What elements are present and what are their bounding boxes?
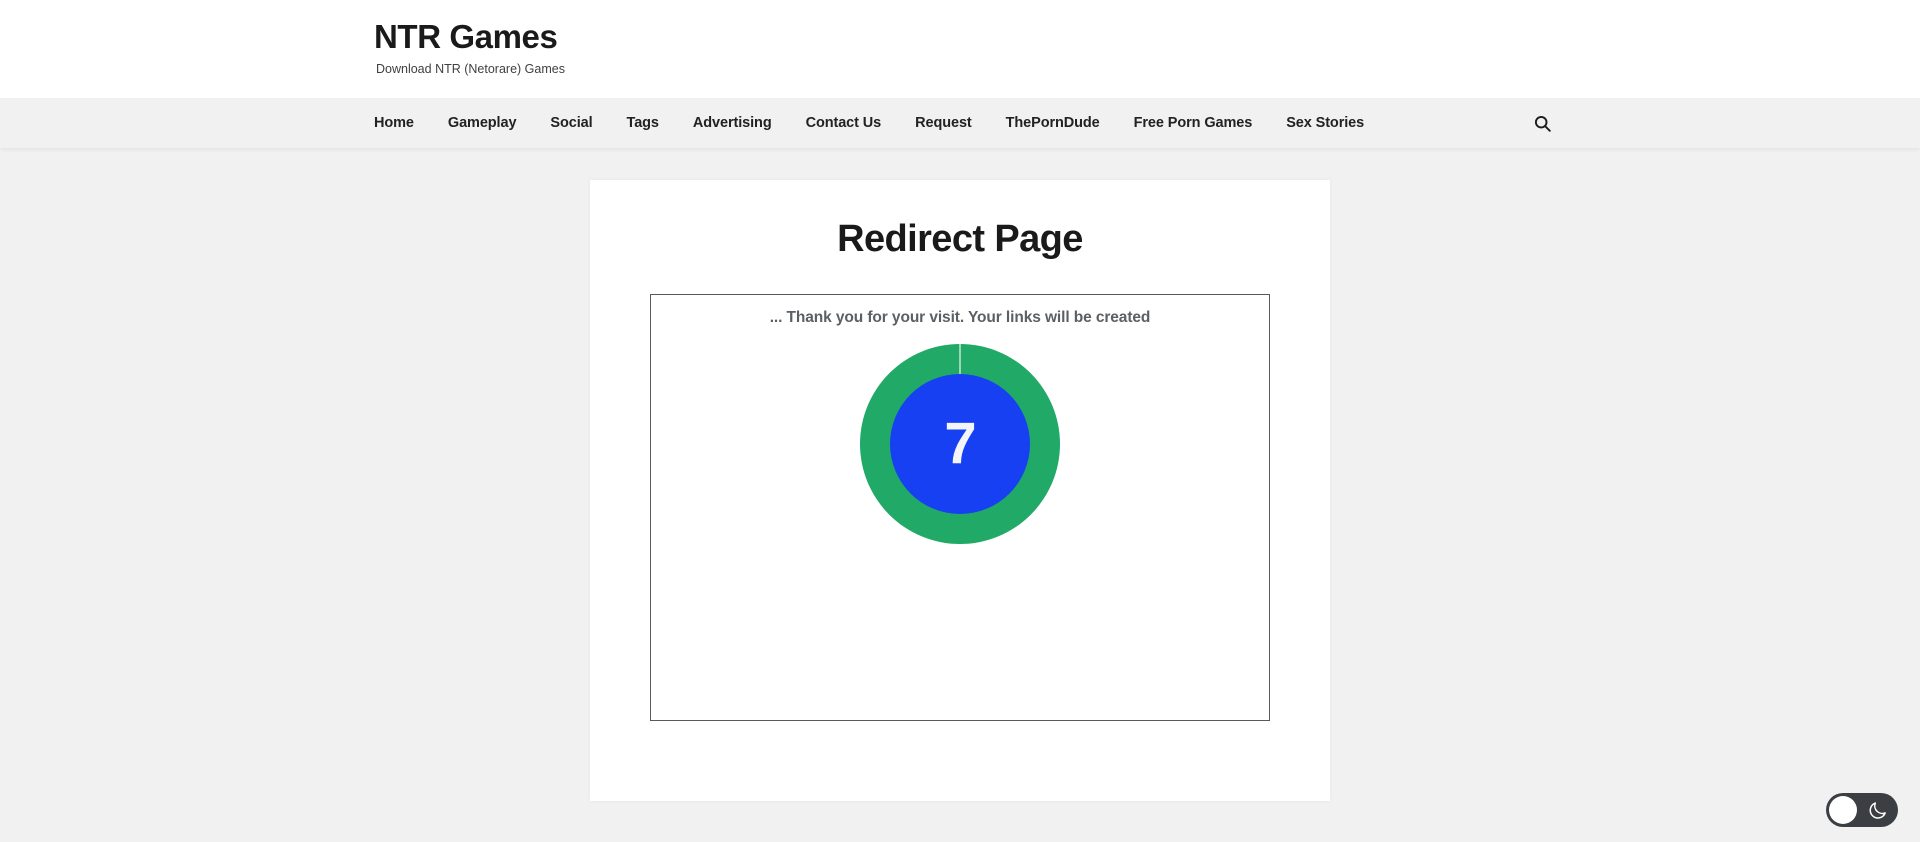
countdown-value: 7: [944, 411, 976, 476]
nav-item-theporndude[interactable]: ThePornDude: [989, 98, 1117, 148]
redirect-message: ... Thank you for your visit. Your links…: [769, 309, 1151, 326]
site-branding[interactable]: NTR Games Download NTR (Netorare) Games: [374, 18, 565, 77]
main-navigation: Home Gameplay Social Tags Advertising Co…: [0, 98, 1920, 148]
nav-items-container: Home Gameplay Social Tags Advertising Co…: [374, 98, 1381, 148]
redirect-panel: ... Thank you for your visit. Your links…: [650, 294, 1270, 721]
nav-item-social[interactable]: Social: [533, 98, 609, 148]
search-icon: [1534, 115, 1551, 132]
countdown-inner-circle: 7: [890, 374, 1030, 514]
nav-item-sex-stories[interactable]: Sex Stories: [1269, 98, 1381, 148]
moon-icon: [1857, 799, 1898, 821]
nav-item-home[interactable]: Home: [374, 98, 431, 148]
search-toggle-button[interactable]: [1522, 98, 1562, 148]
content-card: Redirect Page ... Thank you for your vis…: [590, 180, 1330, 801]
site-header: NTR Games Download NTR (Netorare) Games: [0, 0, 1920, 98]
dark-mode-toggle[interactable]: [1826, 793, 1898, 827]
nav-item-advertising[interactable]: Advertising: [676, 98, 789, 148]
nav-item-gameplay[interactable]: Gameplay: [431, 98, 534, 148]
site-title: NTR Games: [374, 18, 558, 55]
countdown-timer: 7: [860, 344, 1060, 544]
toggle-knob[interactable]: [1829, 796, 1857, 824]
nav-item-free-porn-games[interactable]: Free Porn Games: [1117, 98, 1270, 148]
countdown-progress-tick: [959, 344, 961, 375]
nav-item-contact-us[interactable]: Contact Us: [789, 98, 899, 148]
page-body: Redirect Page ... Thank you for your vis…: [0, 148, 1920, 842]
site-tagline: Download NTR (Netorare) Games: [376, 61, 565, 76]
page-title: Redirect Page: [837, 218, 1083, 260]
nav-item-tags[interactable]: Tags: [610, 98, 676, 148]
nav-item-request[interactable]: Request: [898, 98, 989, 148]
